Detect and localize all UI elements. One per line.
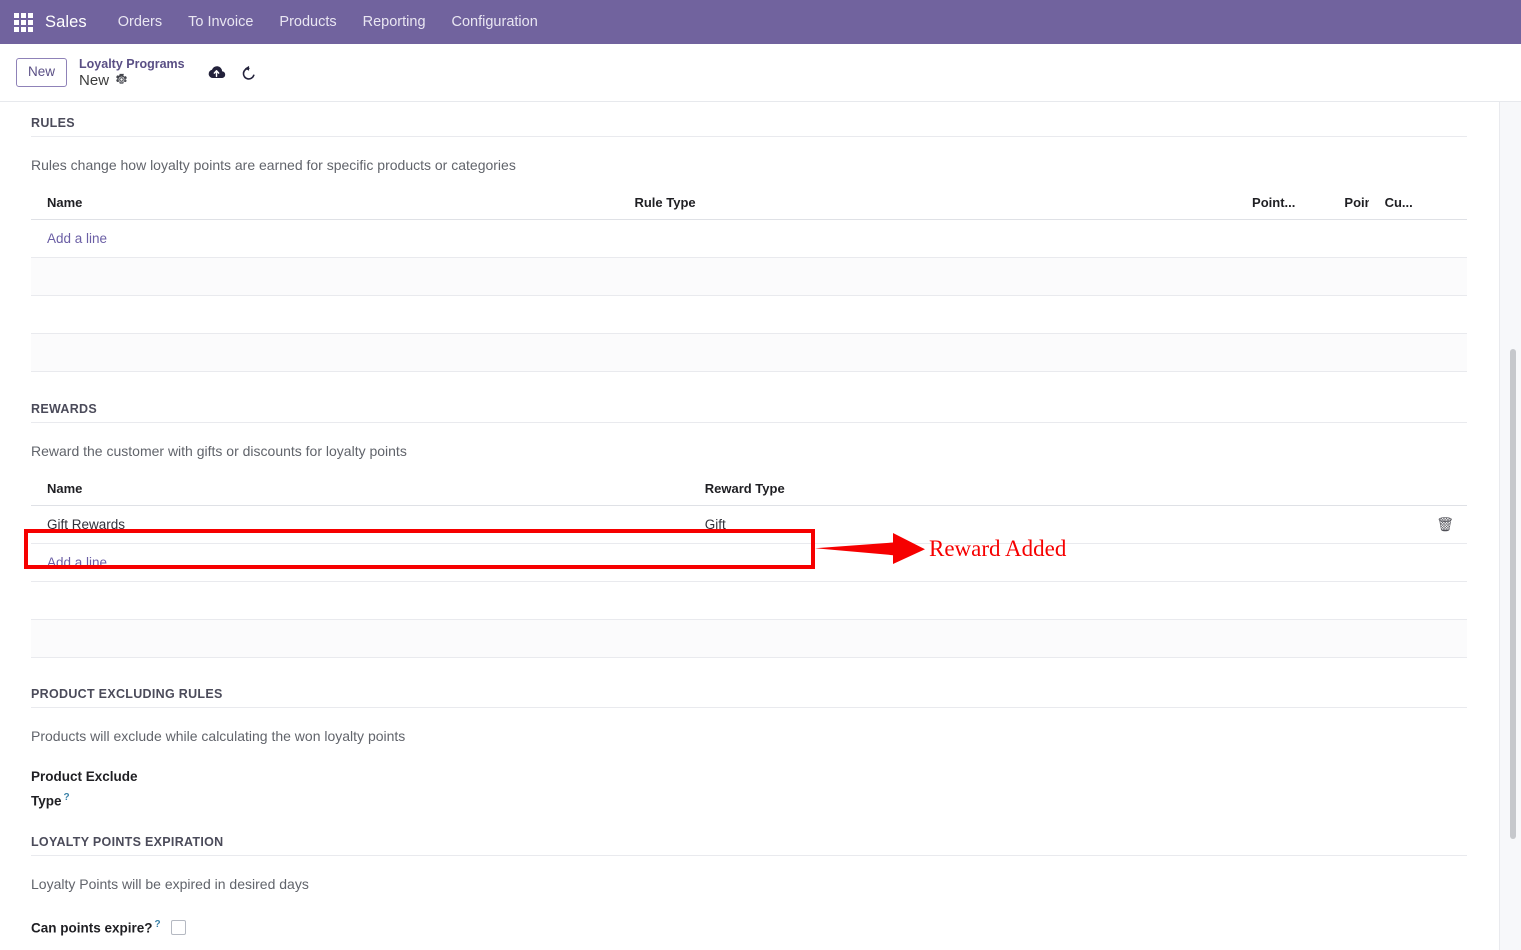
rules-col-points-2[interactable]: Point... xyxy=(1328,189,1369,220)
reward-type-cell[interactable]: Gift xyxy=(688,505,1412,544)
rules-add-a-line-row[interactable]: Add a line xyxy=(31,219,1467,258)
cloud-upload-icon[interactable] xyxy=(207,65,226,81)
can-points-expire-checkbox[interactable] xyxy=(170,919,186,935)
rules-col-name[interactable]: Name xyxy=(31,189,619,220)
can-points-expire-label: Can points expire?? xyxy=(31,914,161,939)
rewards-col-name[interactable]: Name xyxy=(31,475,689,506)
rewards-col-actions xyxy=(1411,475,1467,506)
record-actions xyxy=(207,65,257,81)
product-exclude-type-field: Product Exclude Type? xyxy=(31,750,1467,812)
product-exclude-type-label-line2: Type xyxy=(31,793,62,809)
apps-grid-icon[interactable] xyxy=(14,12,33,32)
rewards-filler-row xyxy=(31,581,1467,620)
menu-orders[interactable]: Orders xyxy=(105,0,175,44)
section-desc-product-excluding-rules: Products will exclude while calculating … xyxy=(31,728,406,744)
rules-col-rule-type[interactable]: Rule Type xyxy=(618,189,1237,220)
reward-name-cell[interactable]: Gift Rewards xyxy=(31,505,689,544)
menu-configuration[interactable]: Configuration xyxy=(439,0,551,44)
breadcrumb-parent-loyalty-programs[interactable]: Loyalty Programs xyxy=(79,56,185,72)
rewards-filler-row xyxy=(31,619,1467,658)
control-panel: New Loyalty Programs New xyxy=(0,44,1521,102)
menu-to-invoice[interactable]: To Invoice xyxy=(175,0,266,44)
menu-reporting[interactable]: Reporting xyxy=(350,0,439,44)
menu-products[interactable]: Products xyxy=(266,0,349,44)
rewards-add-a-line-link[interactable]: Add a line xyxy=(47,555,107,570)
app-brand-sales[interactable]: Sales xyxy=(45,13,87,32)
section-title-rules: RULES xyxy=(31,102,1467,137)
section-desc-rewards: Reward the customer with gifts or discou… xyxy=(31,443,407,459)
section-desc-loyalty-points-expiration: Loyalty Points will be expired in desire… xyxy=(31,875,309,892)
rewards-table: Name Reward Type Gift Rewards Gift 🗑 Add… xyxy=(31,475,1467,658)
help-icon[interactable]: ? xyxy=(64,792,70,803)
gear-icon[interactable] xyxy=(115,73,128,88)
top-navbar: Sales Orders To Invoice Products Reporti… xyxy=(0,0,1521,44)
form-sheet-scroll-area: RULES Rules change how loyalty points ar… xyxy=(0,102,1521,950)
rules-table: Name Rule Type Point... Point... Cu... A… xyxy=(31,189,1467,372)
rules-filler-row xyxy=(31,257,1467,296)
help-icon[interactable]: ? xyxy=(155,919,161,930)
product-exclude-type-label: Product Exclude Type? xyxy=(31,766,138,812)
rules-col-points-1[interactable]: Point... xyxy=(1236,189,1329,220)
rules-filler-row xyxy=(31,333,1467,372)
can-points-expire-field: Can points expire?? xyxy=(31,898,1467,939)
rewards-add-a-line-row[interactable]: Add a line xyxy=(31,543,1467,582)
form-sheet: RULES Rules change how loyalty points ar… xyxy=(0,102,1500,950)
section-desc-rules: Rules change how loyalty points are earn… xyxy=(31,157,516,173)
can-points-expire-label-text: Can points expire? xyxy=(31,920,153,935)
rewards-col-reward-type[interactable]: Reward Type xyxy=(688,475,1412,506)
breadcrumb: Loyalty Programs New xyxy=(79,56,185,90)
reward-delete-cell: 🗑 xyxy=(1411,505,1467,544)
vertical-scrollbar-thumb[interactable] xyxy=(1510,349,1516,839)
rules-filler-row xyxy=(31,295,1467,334)
table-row[interactable]: Gift Rewards Gift 🗑 xyxy=(31,505,1467,544)
rules-table-header-row: Name Rule Type Point... Point... Cu... xyxy=(31,189,1467,220)
rewards-table-header-row: Name Reward Type xyxy=(31,475,1467,506)
rules-col-currency[interactable]: Cu... xyxy=(1368,189,1467,220)
vertical-scrollbar-track[interactable] xyxy=(1500,102,1521,950)
new-button[interactable]: New xyxy=(16,58,68,87)
trash-icon[interactable]: 🗑 xyxy=(1436,516,1454,532)
product-exclude-type-label-line1: Product Exclude xyxy=(31,769,138,784)
section-title-product-excluding-rules: PRODUCT EXCLUDING RULES xyxy=(31,658,1467,708)
breadcrumb-current-record: New xyxy=(79,71,110,89)
undo-arrow-icon[interactable] xyxy=(240,65,257,81)
section-title-loyalty-points-expiration: LOYALTY POINTS EXPIRATION xyxy=(31,812,1467,856)
rules-add-a-line-link[interactable]: Add a line xyxy=(47,231,107,246)
section-title-rewards: REWARDS xyxy=(31,372,1467,423)
